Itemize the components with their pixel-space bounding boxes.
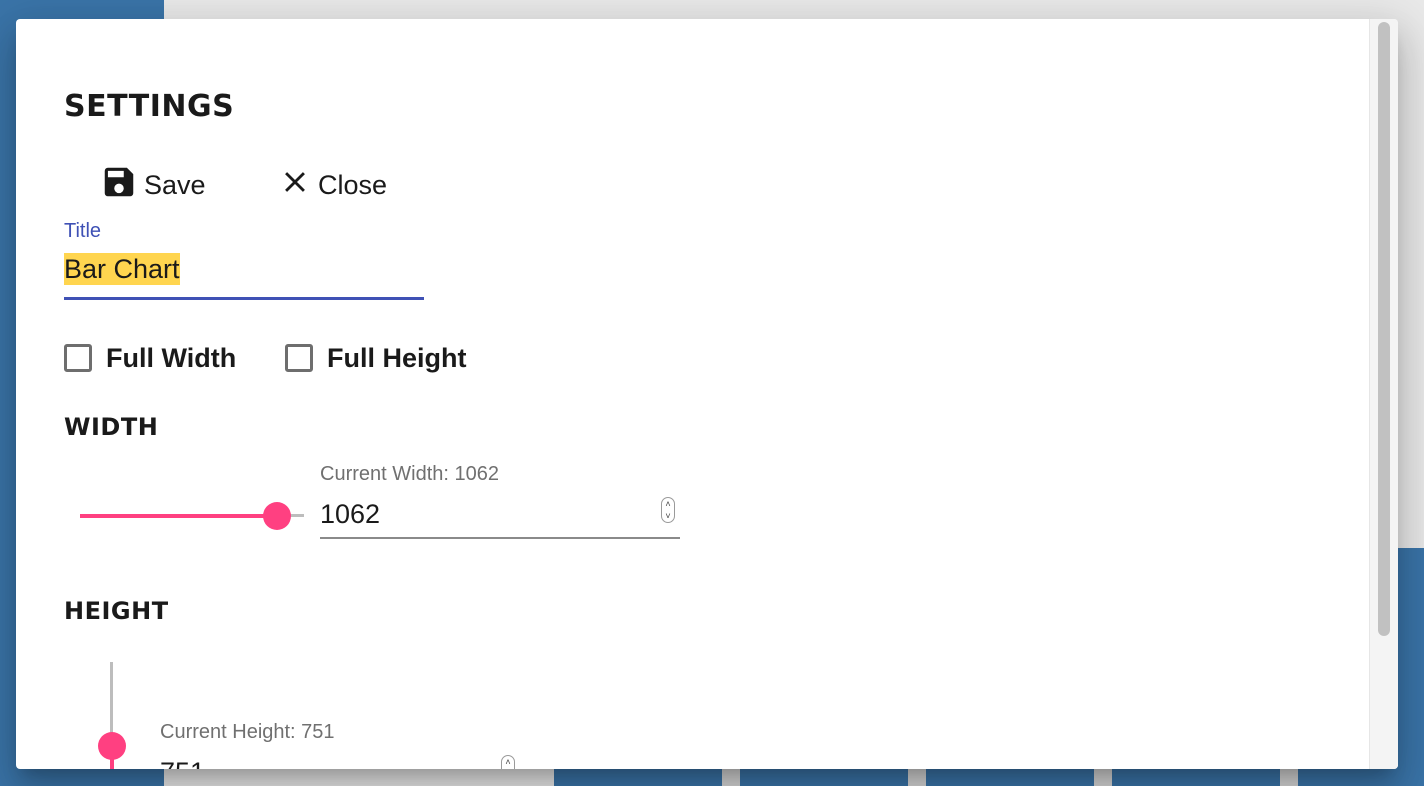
background-tile (554, 766, 722, 786)
title-input[interactable]: Bar Chart (64, 253, 424, 300)
height-slider[interactable] (96, 662, 126, 769)
background-gap (1094, 766, 1112, 786)
full-width-label: Full Width (106, 342, 237, 373)
background-gap (1280, 766, 1298, 786)
width-input[interactable]: 1062 ˄ ˅ (320, 497, 680, 539)
save-label: Save (144, 169, 206, 200)
close-icon (278, 165, 312, 206)
background-gap (722, 766, 740, 786)
settings-dialog: SETTINGS Save Close Title Bar Chart Full… (16, 19, 1398, 769)
width-input-value: 1062 (320, 499, 381, 529)
title-field-label: Title (64, 220, 102, 242)
height-slider-thumb[interactable] (98, 732, 126, 760)
dialog-title: SETTINGS (64, 89, 235, 124)
scrollbar[interactable] (1369, 19, 1398, 769)
width-slider-fill (80, 514, 278, 518)
width-heading: WIDTH (64, 413, 159, 441)
full-height-label: Full Height (327, 342, 467, 373)
background-tile (1298, 766, 1398, 786)
background-tile (1112, 766, 1280, 786)
background-tile (740, 766, 908, 786)
scrollbar-thumb[interactable] (1378, 22, 1390, 636)
width-spinner[interactable]: ˄ ˅ (661, 497, 675, 523)
checkbox-box[interactable] (285, 344, 313, 372)
floppy-disk-icon (100, 163, 138, 208)
save-button[interactable]: Save (100, 165, 206, 205)
background-tile (926, 766, 1094, 786)
checkbox-box[interactable] (64, 344, 92, 372)
width-slider-thumb[interactable] (263, 502, 292, 530)
full-width-checkbox[interactable]: Full Width (64, 341, 236, 375)
width-slider[interactable] (80, 501, 304, 531)
current-width-label: Current Width: 1062 (320, 463, 499, 485)
current-height-label: Current Height: 751 (160, 721, 335, 743)
height-slider-fill (110, 758, 114, 769)
full-height-checkbox[interactable]: Full Height (285, 341, 466, 375)
title-input-value: Bar Chart (64, 253, 180, 285)
background-gap (908, 766, 926, 786)
height-input-value: 751 (160, 755, 205, 769)
height-input[interactable]: 751 ˄˅ (160, 755, 520, 769)
height-spinner[interactable]: ˄˅ (501, 755, 515, 769)
height-heading: HEIGHT (64, 597, 169, 625)
close-button[interactable]: Close (278, 165, 387, 205)
close-label: Close (318, 169, 388, 200)
background-panel (1398, 548, 1424, 786)
